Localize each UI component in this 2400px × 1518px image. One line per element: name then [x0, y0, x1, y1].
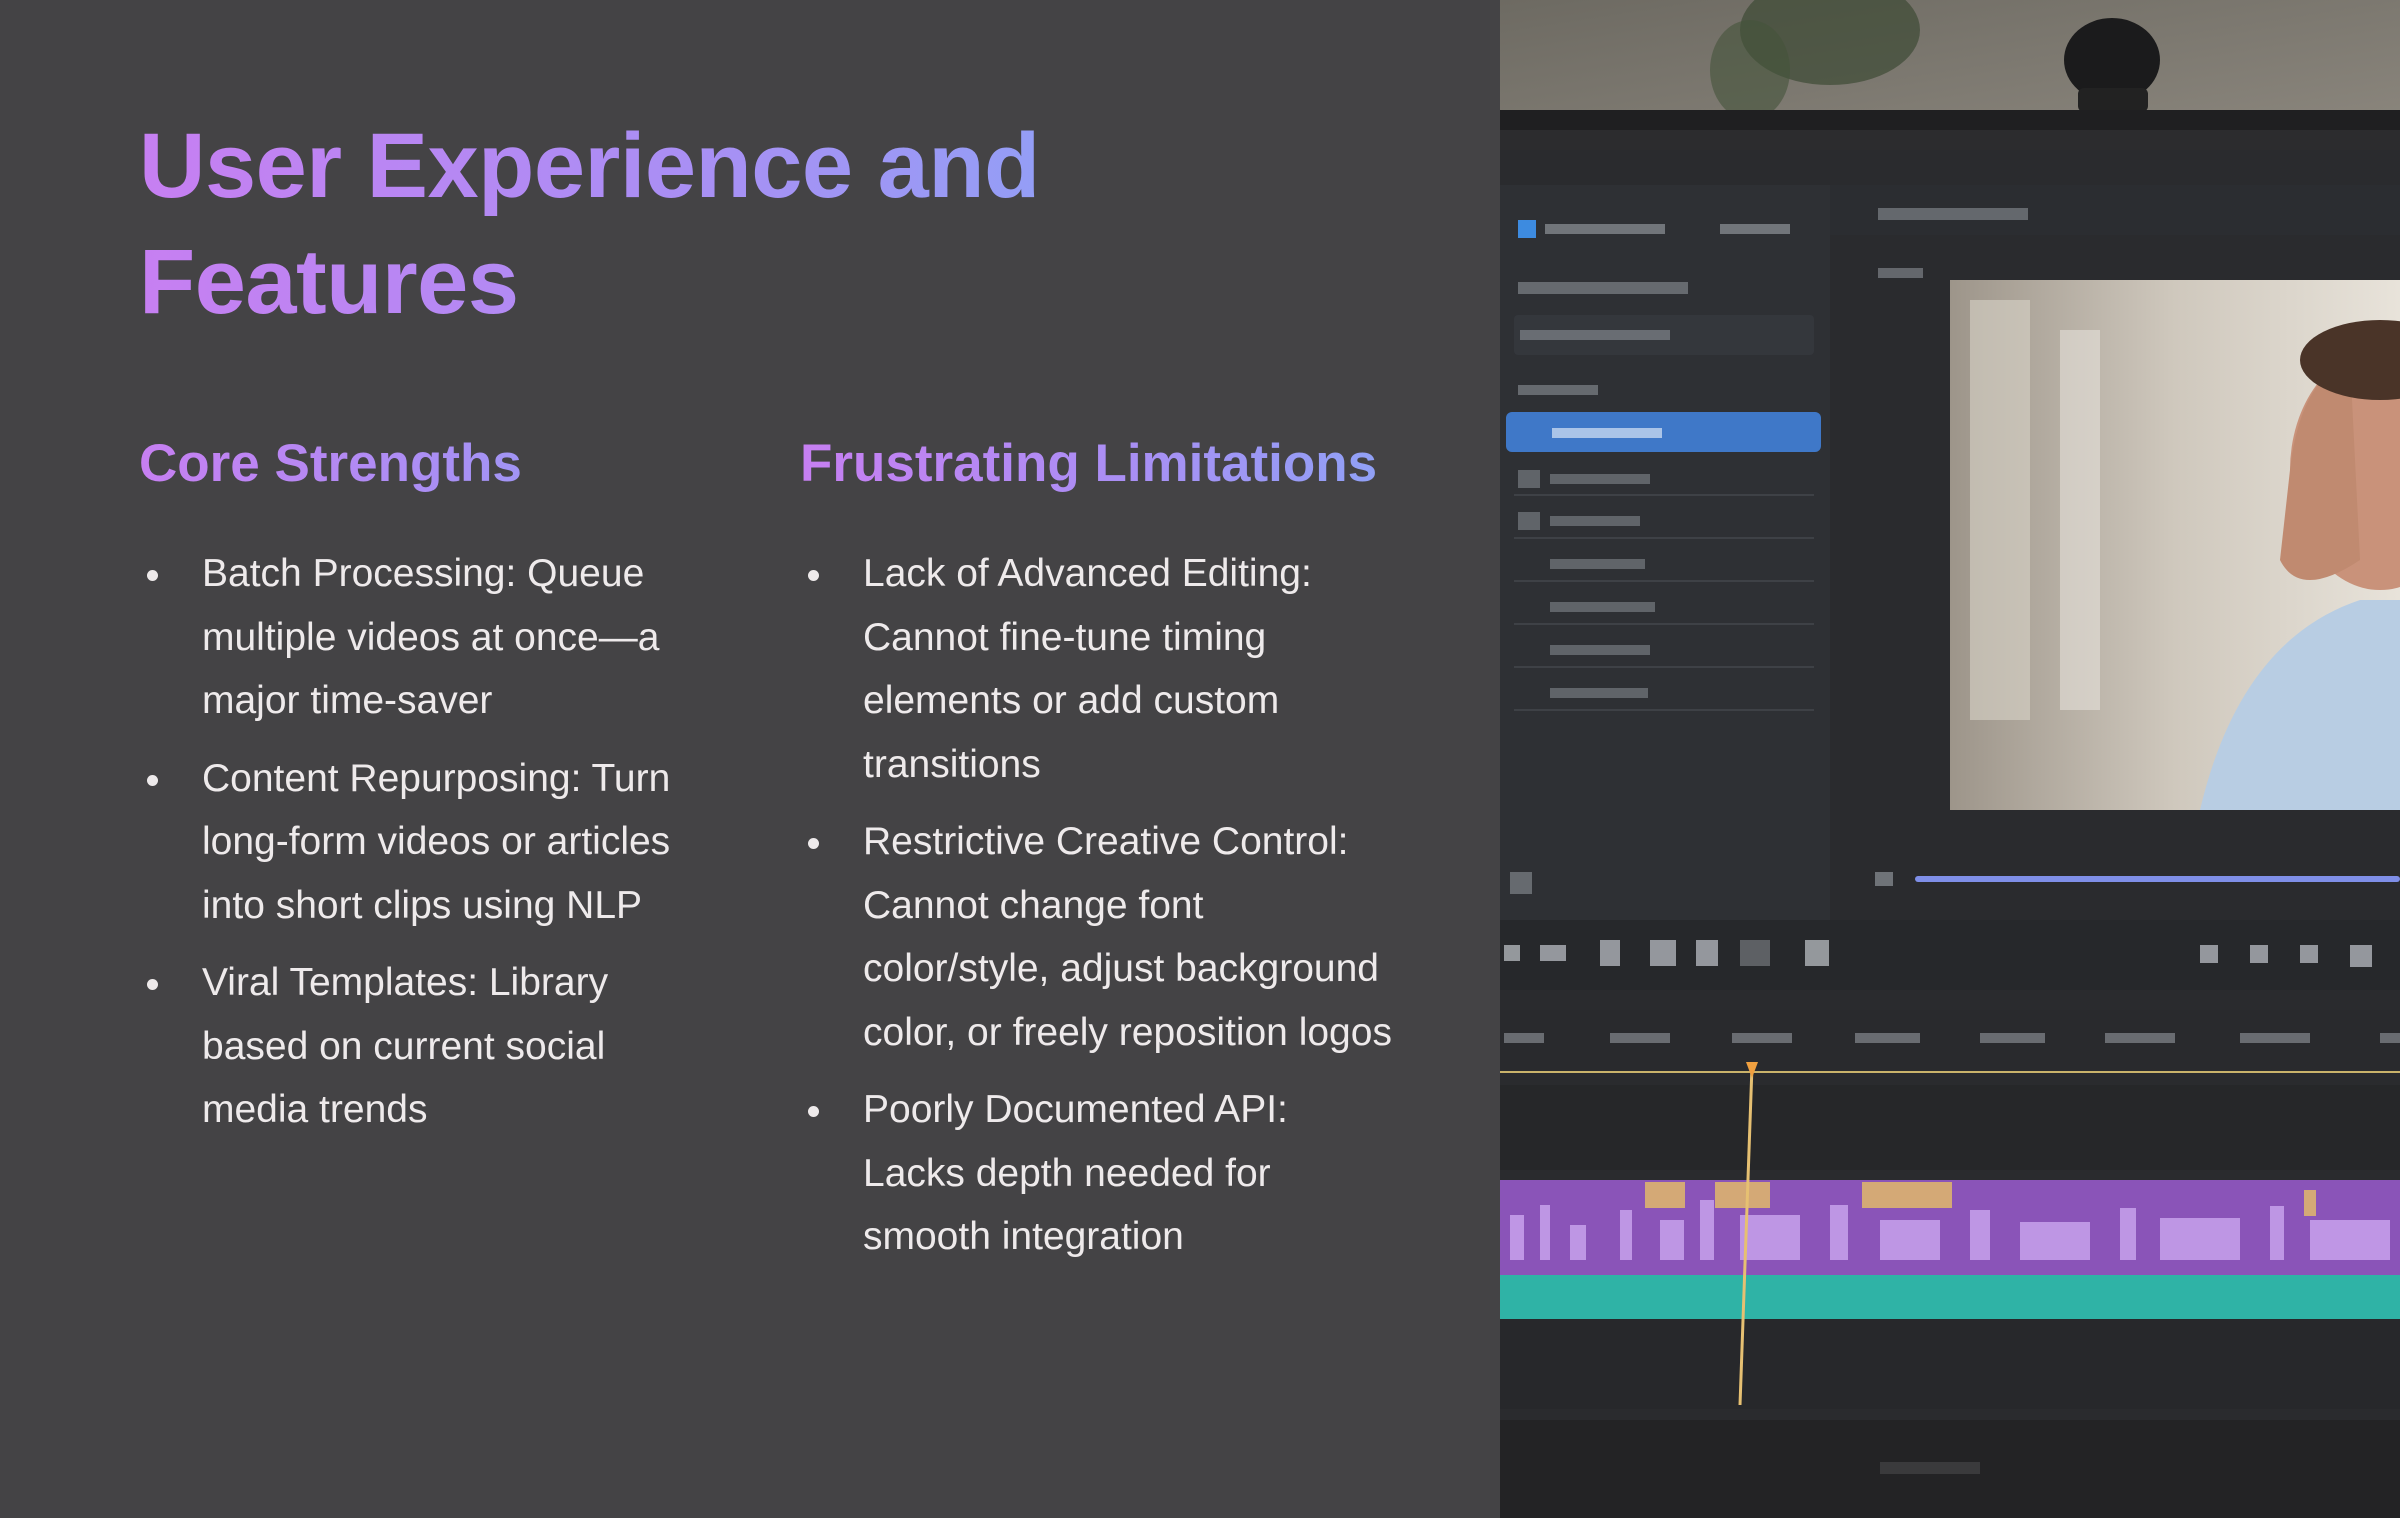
bullet-icon — [808, 570, 819, 581]
list-item: Viral Templates: Library based on curren… — [139, 951, 699, 1142]
limitations-column: Frustrating Limitations Lack of Advanced… — [800, 430, 1400, 1283]
core-strengths-list: Batch Processing: Queue multiple videos … — [139, 542, 699, 1142]
list-item-text: Poorly Documented API: Lacks depth neede… — [863, 1088, 1288, 1258]
list-item-text: Content Repurposing: Turn long-form vide… — [202, 756, 671, 927]
core-strengths-column: Core Strengths Batch Processing: Queue m… — [139, 430, 699, 1156]
video-editor-monitor-illustration — [1500, 0, 2400, 1518]
limitations-heading: Frustrating Limitations — [800, 430, 1400, 498]
limitations-list: Lack of Advanced Editing: Cannot fine-tu… — [800, 542, 1400, 1269]
core-strengths-heading: Core Strengths — [139, 430, 699, 498]
list-item: Batch Processing: Queue multiple videos … — [139, 542, 699, 733]
bullet-icon — [808, 1106, 819, 1117]
list-item: Restrictive Creative Control: Cannot cha… — [800, 810, 1400, 1064]
video-editor-photo — [1500, 0, 2400, 1518]
list-item-text: Lack of Advanced Editing: Cannot fine-tu… — [863, 552, 1312, 786]
list-item: Lack of Advanced Editing: Cannot fine-tu… — [800, 542, 1400, 796]
slide-title: User Experience and Features — [139, 108, 1139, 340]
list-item: Content Repurposing: Turn long-form vide… — [139, 747, 699, 938]
bullet-icon — [147, 979, 158, 990]
list-item-text: Batch Processing: Queue multiple videos … — [202, 552, 660, 722]
bullet-icon — [147, 774, 158, 786]
list-item-text: Viral Templates: Library based on curren… — [202, 961, 609, 1131]
bullet-icon — [808, 838, 819, 849]
list-item-text: Restrictive Creative Control: Cannot cha… — [863, 820, 1392, 1054]
bullet-icon — [147, 570, 158, 581]
list-item: Poorly Documented API: Lacks depth neede… — [800, 1078, 1400, 1269]
